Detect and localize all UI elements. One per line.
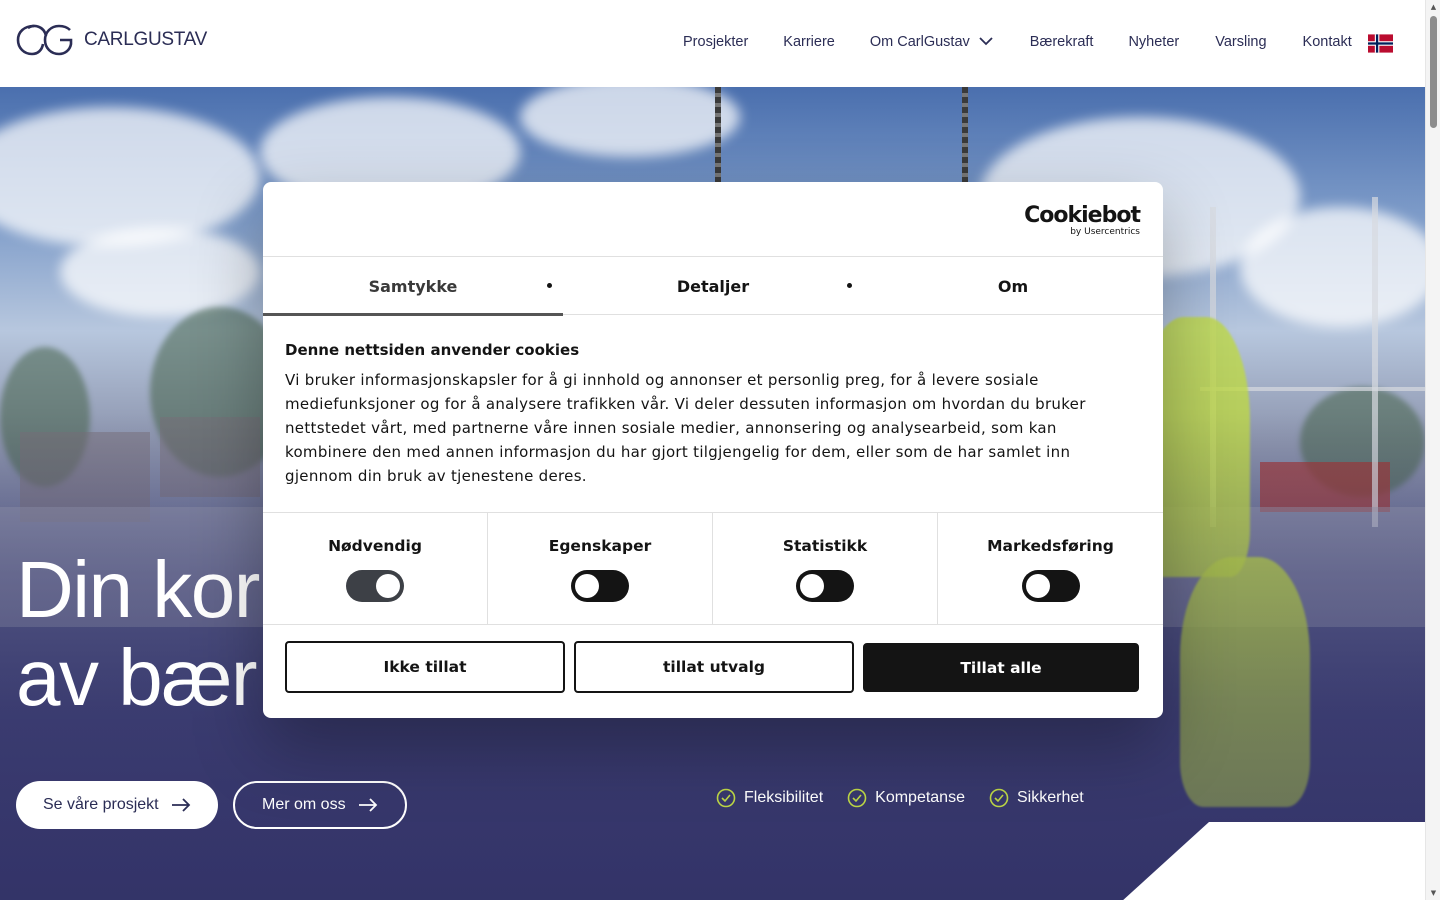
toggle-preferences: Egenskaper <box>488 513 713 624</box>
toggle-necessary: Nødvendig <box>263 513 488 624</box>
page: CARLGUSTAV Prosjekter Karriere Om CarlGu… <box>0 0 1440 900</box>
check-circle-icon <box>716 788 736 808</box>
toggle-label: Nødvendig <box>328 537 422 555</box>
nav-item-karriere[interactable]: Karriere <box>783 34 835 50</box>
dialog-body: Denne nettsiden anvender cookies Vi bruk… <box>263 315 1163 513</box>
page-scrollbar[interactable]: ▲ ▼ <box>1425 0 1440 900</box>
about-us-button[interactable]: Mer om oss <box>233 781 407 829</box>
see-projects-button[interactable]: Se våre prosjekt <box>16 781 218 829</box>
tab-separator-dot <box>847 283 852 288</box>
hero-title: Din kor av bær <box>16 545 260 722</box>
scroll-down-arrow-icon[interactable]: ▼ <box>1429 889 1438 897</box>
tab-separator-dot <box>547 283 552 288</box>
dialog-header: Cookiebot by Usercentrics <box>263 182 1163 257</box>
button-label: Mer om oss <box>262 796 346 813</box>
feature-label: Sikkerhet <box>1016 789 1084 806</box>
check-circle-icon <box>847 788 867 808</box>
dialog-description: Vi bruker informasjonskapsler for å gi i… <box>285 371 1086 485</box>
hero-title-line: Din kor <box>16 545 260 634</box>
feature-item: Kompetanse <box>847 788 965 808</box>
main-nav: Prosjekter Karriere Om CarlGustav Bærekr… <box>683 34 1352 50</box>
toggle-label: Egenskaper <box>548 537 652 555</box>
nav-item-om-carlgustav[interactable]: Om CarlGustav <box>870 34 993 50</box>
cookiebot-logo[interactable]: Cookiebot by Usercentrics <box>1024 203 1141 238</box>
check-circle-icon <box>989 788 1009 808</box>
logo-link[interactable]: CARLGUSTAV <box>16 22 207 58</box>
statistics-switch[interactable] <box>796 570 854 602</box>
dialog-tabs: Samtykke Detaljer Om <box>263 257 1163 316</box>
nav-item-kontakt[interactable]: Kontakt <box>1303 34 1352 50</box>
norway-flag-icon[interactable] <box>1368 34 1393 53</box>
allow-selection-button[interactable]: tillat utvalg <box>574 641 854 693</box>
deny-button[interactable]: Ikke tillat <box>285 641 565 693</box>
necessary-switch[interactable] <box>346 570 404 602</box>
feature-label: Kompetanse <box>875 789 965 806</box>
tab-om[interactable]: Om <box>863 257 1163 315</box>
tab-detaljer[interactable]: Detaljer <box>563 257 863 315</box>
nav-item-baerekraft[interactable]: Bærekraft <box>1030 34 1094 50</box>
feature-label: Fleksibilitet <box>744 789 824 806</box>
feature-item: Fleksibilitet <box>716 788 823 808</box>
toggle-label: Statistikk <box>782 537 868 555</box>
preferences-switch[interactable] <box>571 570 629 602</box>
allow-all-button[interactable]: Tillat alle <box>863 643 1139 692</box>
toggle-statistics: Statistikk <box>713 513 938 624</box>
switch-knob <box>376 574 400 598</box>
switch-knob <box>800 574 824 598</box>
nav-item-prosjekter[interactable]: Prosjekter <box>683 34 748 50</box>
dialog-heading: Denne nettsiden anvender cookies <box>285 341 580 359</box>
feature-list: Fleksibilitet Kompetanse Sikkerhet <box>716 788 1084 808</box>
switch-knob <box>575 574 599 598</box>
switch-knob <box>1025 574 1050 598</box>
cookiebot-brand-sub: by Usercentrics <box>1070 227 1140 237</box>
tab-samtykke[interactable]: Samtykke <box>263 257 563 316</box>
carlgustav-logo-icon <box>16 24 73 56</box>
site-header: CARLGUSTAV Prosjekter Karriere Om CarlGu… <box>0 0 1425 87</box>
button-label: Se våre prosjekt <box>43 796 159 813</box>
scroll-up-arrow-icon[interactable]: ▲ <box>1429 3 1438 11</box>
cookiebot-brand: Cookiebot <box>1024 203 1141 228</box>
hero-title-line: av bær <box>16 633 257 722</box>
nav-item-label: Om CarlGustav <box>869 34 970 50</box>
nav-item-varsling[interactable]: Varsling <box>1215 34 1266 50</box>
cookie-consent-dialog: Cookiebot by Usercentrics Samtykke Detal… <box>263 182 1163 718</box>
arrow-right-icon <box>171 798 190 812</box>
nav-item-nyheter[interactable]: Nyheter <box>1128 34 1179 50</box>
arrow-right-icon <box>358 798 377 812</box>
marketing-switch[interactable] <box>1021 570 1080 602</box>
toggle-label: Markedsføring <box>987 537 1114 555</box>
logo-text: CARLGUSTAV <box>84 29 207 50</box>
dialog-actions: Ikke tillat tillat utvalg Tillat alle <box>263 625 1163 693</box>
consent-toggles: Nødvendig Egenskaper Statistikk Markedsf… <box>263 513 1163 625</box>
feature-item: Sikkerhet <box>989 788 1084 808</box>
scroll-thumb[interactable] <box>1430 16 1437 128</box>
toggle-marketing: Markedsføring <box>938 513 1163 624</box>
chevron-down-icon <box>979 34 993 50</box>
